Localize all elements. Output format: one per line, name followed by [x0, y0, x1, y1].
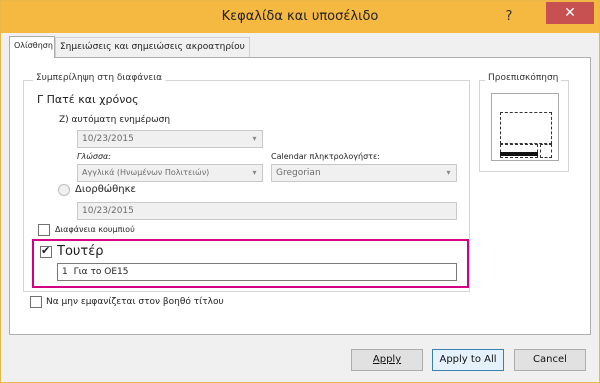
- help-icon[interactable]: ?: [499, 7, 519, 27]
- chevron-down-icon: ▾: [252, 168, 257, 177]
- footer-text-field[interactable]: 1 Για το ΟΕ15: [57, 263, 457, 281]
- preview-legend: Προεπισκόπηση: [485, 73, 562, 83]
- slide-number-label: Διαφάνεια κουμπιού: [55, 225, 135, 234]
- fixed-label: Διορθώθηκε: [75, 184, 136, 195]
- preview-body-placeholder: [500, 112, 552, 144]
- include-group-legend: Συμπερίληψη στη διαφάνεια: [33, 73, 166, 83]
- auto-update-label: Ζ) αυτόματη ενημέρωση: [59, 115, 171, 125]
- apply-button[interactable]: Apply: [351, 349, 423, 371]
- slide-preview: [491, 93, 559, 161]
- footer-checkbox[interactable]: [40, 244, 52, 258]
- close-button[interactable]: ✕: [546, 2, 594, 24]
- fixed-date-value: 10/23/2015: [82, 206, 134, 216]
- date-time-label[interactable]: Γ Πατέ και χρόνος: [37, 93, 139, 106]
- chevron-down-icon: ▾: [252, 134, 257, 143]
- auto-update-date-dropdown[interactable]: 10/23/2015 ▾: [77, 130, 263, 148]
- preview-number-placeholder: [540, 144, 552, 158]
- calendar-type-dropdown[interactable]: Gregorian ▾: [271, 164, 457, 182]
- cancel-button[interactable]: Cancel: [514, 349, 586, 371]
- tab-slide[interactable]: Ολίσθηση: [9, 36, 55, 58]
- fixed-radio[interactable]: [58, 184, 70, 196]
- slide-number-checkbox[interactable]: [38, 224, 50, 236]
- title-bar: Κεφαλίδα και υποσέλιδο ? ✕: [1, 1, 599, 33]
- apply-to-all-button[interactable]: Apply to All: [432, 349, 504, 371]
- fixed-date-field[interactable]: 10/23/2015: [77, 202, 457, 220]
- footer-label: Τουτέρ: [57, 244, 104, 259]
- cancel-button-label: Cancel: [533, 354, 567, 365]
- apply-button-label: Apply: [372, 354, 402, 365]
- apply-to-all-label: Apply to All: [439, 354, 497, 365]
- header-footer-dialog: Κεφαλίδα και υποσέλιδο ? ✕ Ολίσθηση Σημε…: [0, 0, 600, 383]
- calendar-type-value: Gregorian: [276, 168, 321, 178]
- preview-footer-bar: [500, 152, 538, 156]
- dont-show-title-checkbox[interactable]: [30, 296, 42, 308]
- calendar-type-label: Calendar πληκτρολογήστε:: [271, 152, 380, 161]
- dont-show-title-label: Να μην εμφανίζεται στον βοηθό τίτλου: [46, 297, 224, 307]
- language-dropdown[interactable]: Αγγλικά (Ηνωμένων Πολιτειών) ▾: [77, 164, 263, 182]
- chevron-down-icon: ▾: [446, 168, 451, 177]
- auto-update-date-value: 10/23/2015: [82, 134, 134, 144]
- footer-prefix: 1: [62, 267, 68, 277]
- language-value: Αγγλικά (Ηνωμένων Πολιτειών): [82, 168, 210, 177]
- language-label: Γλώσσα:: [77, 152, 111, 161]
- tab-notes-handouts[interactable]: Σημειώσεις και σημειώσεις ακροατηρίου: [55, 37, 250, 57]
- footer-text-value: Για το ΟΕ15: [73, 267, 129, 277]
